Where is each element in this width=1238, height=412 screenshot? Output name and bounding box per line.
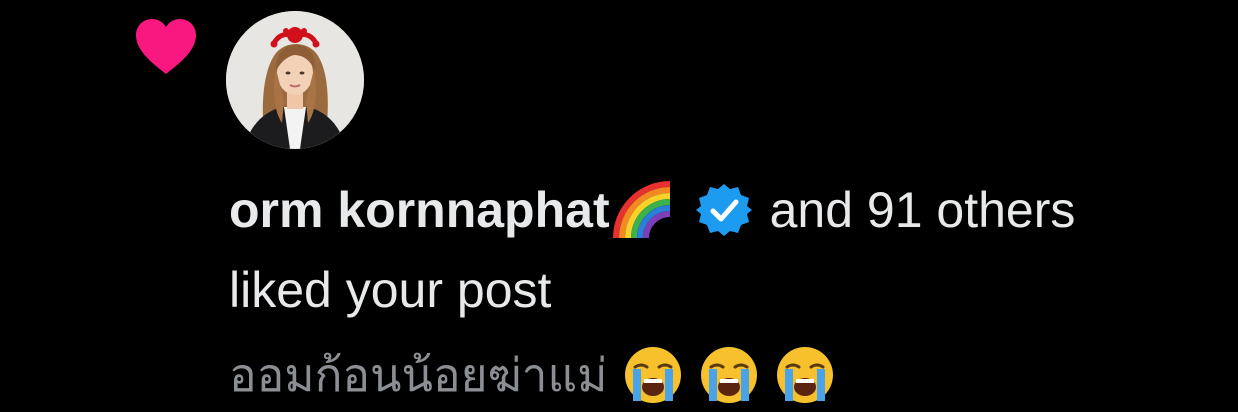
action-text: liked your post	[229, 262, 552, 318]
others-count-text[interactable]: and 91 others	[770, 178, 1076, 242]
verified-badge-icon	[695, 184, 752, 236]
loudly-crying-face-emoji	[701, 347, 758, 403]
post-preview[interactable]: ออมก้อนน้อยฆ่าแม่	[229, 342, 835, 408]
heart-icon	[136, 19, 196, 74]
profile-avatar[interactable]	[226, 11, 364, 149]
notification-title: orm kornnaphat and 91 others	[229, 178, 1075, 242]
loudly-crying-face-emoji	[777, 347, 834, 403]
rainbow-emoji	[612, 181, 670, 239]
avatar-image	[226, 11, 364, 149]
post-preview-text: ออมก้อนน้อยฆ่าแม่	[229, 348, 608, 402]
user-name[interactable]: orm kornnaphat	[229, 178, 610, 242]
loudly-crying-face-emoji	[625, 347, 682, 403]
